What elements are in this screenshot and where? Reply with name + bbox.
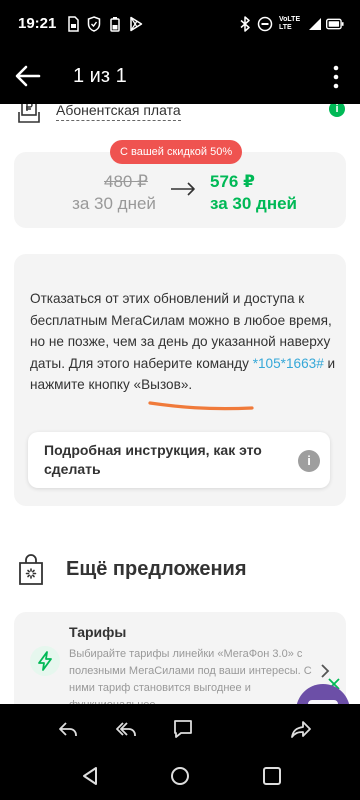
discount-badge: С вашей скидкой 50%: [110, 140, 243, 164]
chevron-right-icon[interactable]: [320, 664, 330, 678]
system-navigation-bar: [0, 754, 360, 800]
old-price: 480 ₽: [104, 172, 148, 191]
more-vertical-icon[interactable]: [330, 65, 342, 89]
instruction-card[interactable]: Подробная инструкция, как это сделать i: [28, 432, 330, 488]
network-lte-label: LTE: [279, 24, 292, 31]
arrow-left-icon[interactable]: [14, 63, 42, 89]
sim-icon: [64, 14, 82, 34]
cancel-info-text: Отказаться от этих обновлений и доступа …: [30, 288, 342, 396]
more-offers-title: Ещё предложения: [66, 558, 247, 580]
reply-all-icon[interactable]: [115, 718, 137, 740]
status-bar: 19:21 VoLTE LTE: [0, 0, 360, 48]
info-icon[interactable]: i: [298, 450, 320, 472]
old-price-period: за 30 дней: [72, 194, 156, 213]
ussd-code-link[interactable]: *105*1663#: [253, 356, 324, 371]
new-price: 576 ₽: [210, 172, 255, 191]
network-volte-label: VoLTE: [279, 16, 301, 23]
battery-icon: [326, 14, 344, 34]
chat-bubble-icon: [308, 700, 338, 704]
info-icon[interactable]: i: [329, 104, 345, 117]
page-counter-title: 1 из 1: [73, 65, 127, 87]
subscription-fee-row: Абонентская плата i: [18, 104, 348, 134]
back-triangle-icon[interactable]: [80, 766, 100, 786]
signal-icon: [306, 14, 324, 34]
do-not-disturb-icon: [256, 14, 274, 34]
shield-icon: [85, 14, 103, 34]
chat-button[interactable]: [296, 684, 350, 704]
arrow-right-icon: [171, 182, 195, 196]
home-circle-icon[interactable]: [170, 766, 190, 786]
message-content[interactable]: Абонентская плата i С вашей скидкой 50% …: [0, 104, 360, 704]
tariff-description: Выбирайте тарифы линейки «МегаФон 3.0» с…: [69, 648, 312, 704]
share-icon[interactable]: [290, 718, 312, 740]
price-card: С вашей скидкой 50% 480 ₽ за 30 дней 576…: [14, 140, 346, 228]
ruble-document-icon: [18, 104, 40, 123]
status-time: 19:21: [18, 15, 57, 32]
instruction-label: Подробная инструкция, как это сделать: [44, 442, 262, 477]
comment-icon[interactable]: [172, 718, 194, 740]
orange-underline-annotation: [148, 401, 254, 411]
cancel-info-card: Отказаться от этих обновлений и доступа …: [14, 254, 346, 506]
network-type-label: VoLTE LTE: [279, 16, 300, 32]
subscription-fee-label[interactable]: Абонентская плата: [56, 104, 181, 121]
shopping-bag-icon: [19, 554, 43, 585]
more-offers-header: Ещё предложения: [18, 550, 348, 590]
bluetooth-icon: [236, 14, 254, 34]
recents-square-icon[interactable]: [262, 766, 282, 786]
lightning-icon: [30, 646, 60, 676]
tariff-title: Тарифы: [69, 624, 127, 640]
reply-icon[interactable]: [57, 718, 79, 740]
message-action-bar: [0, 704, 360, 754]
battery-saver-icon: [106, 14, 124, 34]
play-store-icon: [127, 14, 145, 34]
new-price-period: за 30 дней: [210, 194, 298, 213]
app-bar: 1 из 1: [0, 48, 360, 104]
